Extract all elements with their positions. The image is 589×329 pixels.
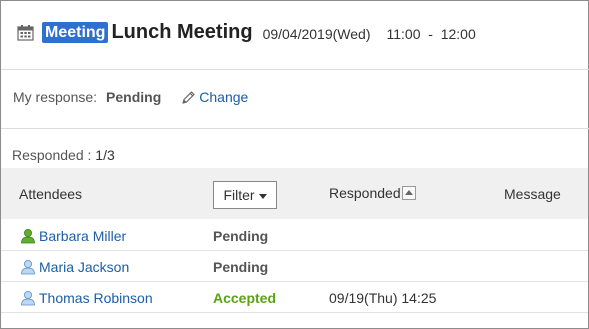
attendee-link[interactable]: Maria Jackson — [20, 259, 129, 275]
responded-summary-label: Responded : — [12, 147, 92, 163]
sort-ascending-icon[interactable] — [401, 186, 416, 200]
responded-time: 09/19(Thu) 14:25 — [329, 290, 437, 306]
attendee-name: Thomas Robinson — [39, 290, 153, 306]
my-response-label: My response: — [13, 89, 98, 105]
column-header-responded-label: Responded — [329, 185, 401, 201]
attendee-link[interactable]: Barbara Miller — [20, 228, 126, 244]
my-response-row: My response: Pending Change — [13, 87, 248, 107]
table-row: Thomas Robinson Accepted 09/19(Thu) 14:2… — [1, 282, 588, 313]
responded-summary: Responded : 1/3 — [12, 147, 115, 163]
response-status: Pending — [213, 228, 269, 244]
response-status: Pending — [213, 259, 269, 275]
table-row: Barbara Miller Pending — [1, 220, 588, 251]
schedule-detail-panel: Meeting Lunch Meeting 09/04/2019(Wed) 11… — [0, 0, 589, 329]
change-response-link[interactable]: Change — [181, 89, 248, 105]
filter-label: Filter — [223, 187, 255, 203]
user-icon — [20, 290, 36, 306]
column-header-message: Message — [504, 186, 561, 202]
event-time-range: 11:00 - 12:00 — [386, 25, 476, 42]
responded-summary-count: 1/3 — [95, 147, 115, 163]
divider — [1, 69, 589, 70]
event-title-row: Meeting Lunch Meeting 09/04/2019(Wed) 11… — [17, 17, 476, 47]
user-icon — [20, 259, 36, 275]
attendee-name: Barbara Miller — [39, 228, 127, 244]
event-date: 09/04/2019(Wed) — [262, 25, 371, 42]
attendee-link[interactable]: Thomas Robinson — [20, 290, 153, 306]
change-label: Change — [199, 89, 249, 105]
response-status: Accepted — [213, 290, 277, 306]
divider — [1, 128, 589, 129]
event-title: Lunch Meeting — [111, 20, 253, 43]
attendee-name: Maria Jackson — [39, 259, 130, 275]
chevron-down-icon — [258, 193, 267, 199]
attendees-table-header: Attendees Filter Responded Message — [1, 168, 588, 219]
table-row: Maria Jackson Pending — [1, 251, 588, 282]
pencil-icon — [181, 90, 196, 105]
calendar-icon — [17, 24, 34, 41]
my-response-value: Pending — [106, 89, 162, 105]
event-type-badge: Meeting — [42, 21, 109, 43]
column-header-responded: Responded — [329, 185, 416, 201]
user-icon — [20, 228, 36, 244]
filter-button[interactable]: Filter — [213, 181, 277, 209]
column-header-attendees: Attendees — [19, 186, 83, 202]
